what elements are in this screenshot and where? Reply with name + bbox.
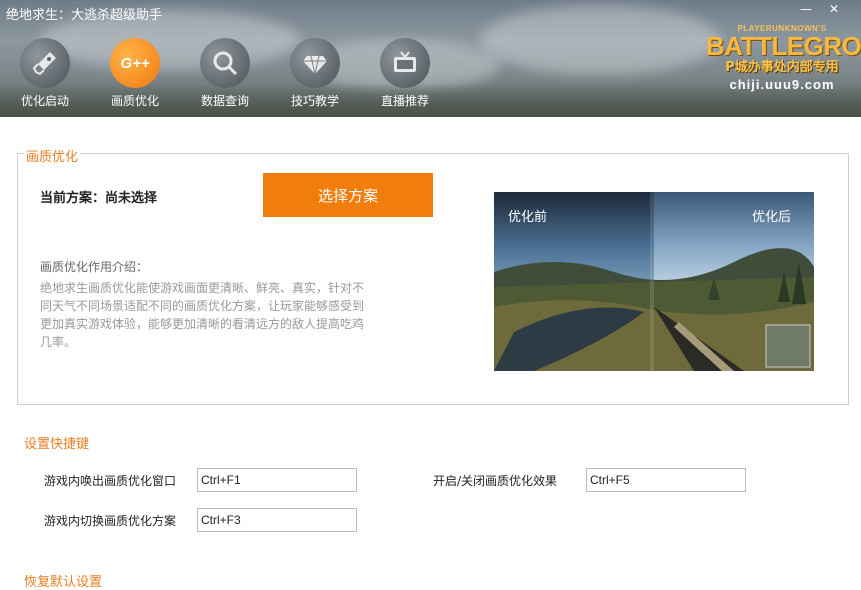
app-title: 绝地求生：大逃杀超级助手 xyxy=(6,8,163,23)
tv-icon xyxy=(380,38,430,88)
current-plan-text: 当前方案：尚未选择 xyxy=(40,191,158,206)
hotkey-section-title: 设置快捷键 xyxy=(24,437,90,452)
nav-item-data-query[interactable]: 数据查询 xyxy=(189,38,261,109)
rocket-icon xyxy=(20,38,70,88)
intro-body: 绝地求生画质优化能使游戏画面更清晰、鲜亮、真实，针对不同天气不同场景适配不同的画… xyxy=(40,281,365,349)
nav-item-tips[interactable]: 技巧教学 xyxy=(279,38,351,109)
nav-item-quality-optimize[interactable]: G++ 画质优化 xyxy=(99,38,171,109)
hotkey-label-open-window: 游戏内唤出画质优化窗口 xyxy=(44,474,177,488)
hotkey-input-open-window[interactable] xyxy=(197,468,357,492)
before-label: 优化前 xyxy=(508,210,548,225)
intro-title: 画质优化作用介绍： xyxy=(40,260,149,274)
minimize-button[interactable]: — xyxy=(800,2,812,16)
g-plus-icon: G++ xyxy=(110,38,160,88)
nav-item-live[interactable]: 直播推荐 xyxy=(369,38,441,109)
hotkey-input-switch-plan[interactable] xyxy=(197,508,357,532)
diamond-icon xyxy=(290,38,340,88)
app-header: 绝地求生：大逃杀超级助手 — ✕ 优化启动 G++ 画质优化 数据查询 技巧教学… xyxy=(0,0,861,117)
hotkey-label-switch-plan: 游戏内切换画质优化方案 xyxy=(44,514,177,528)
pubg-logo: PLAYERUNKNOWN'S BATTLEGROUNDS P城办事处内部专用 … xyxy=(706,24,861,92)
nav-item-launch-optimize[interactable]: 优化启动 xyxy=(9,38,81,109)
search-icon xyxy=(200,38,250,88)
close-button[interactable]: ✕ xyxy=(829,2,839,16)
hotkey-label-toggle-effect: 开启/关闭画质优化效果 xyxy=(433,474,558,488)
after-label: 优化后 xyxy=(752,210,792,225)
restore-section-title: 恢复默认设置 xyxy=(24,575,103,590)
quality-section-title: 画质优化 xyxy=(24,146,81,165)
select-plan-button[interactable]: 选择方案 xyxy=(263,173,433,217)
hotkey-input-toggle-effect[interactable] xyxy=(586,468,746,492)
quality-preview-image: 优化前 优化后 xyxy=(494,192,814,371)
